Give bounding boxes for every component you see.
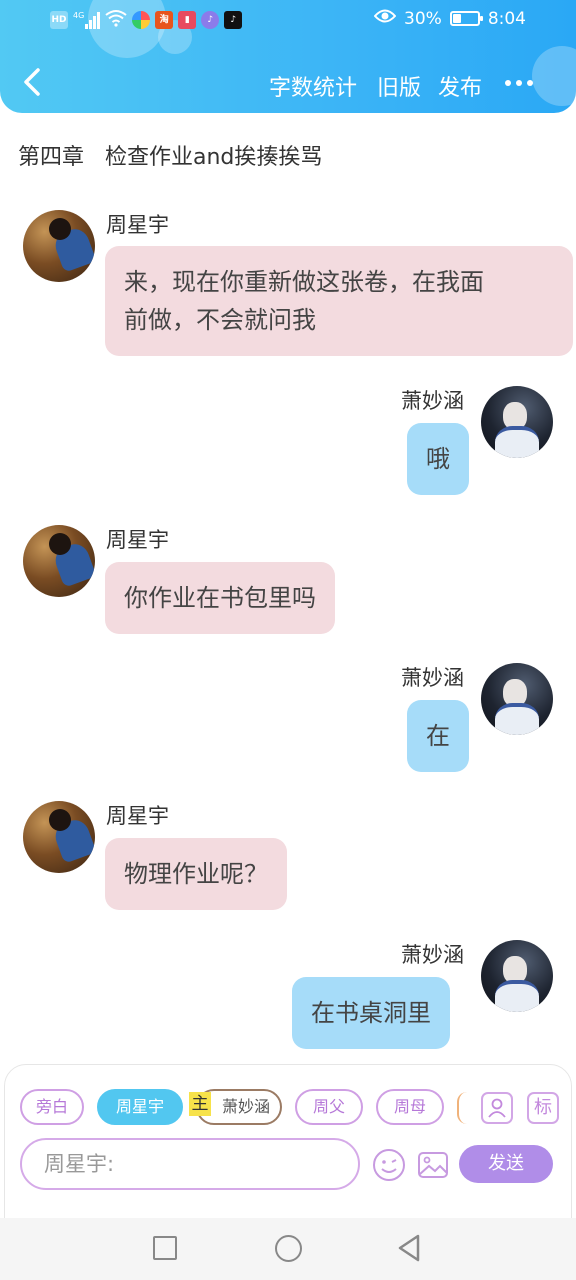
message-text-line: 在书桌洞里 xyxy=(311,999,431,1027)
sender-name: 萧妙涵 xyxy=(401,943,464,967)
battery-icon xyxy=(449,11,483,26)
old-version-button[interactable]: 旧版 xyxy=(377,70,421,102)
system-back-icon[interactable] xyxy=(396,1233,424,1263)
avatar[interactable] xyxy=(481,663,553,735)
message-bubble[interactable]: 哦 xyxy=(407,423,469,495)
sender-name: 周星宇 xyxy=(106,213,169,237)
message-text-line: 物理作业呢？ xyxy=(124,860,268,888)
avatar[interactable] xyxy=(23,210,95,282)
role-chip-zhou-mother[interactable]: 周母 xyxy=(376,1089,444,1125)
clock: 8:04 xyxy=(487,8,526,29)
battery-level xyxy=(452,14,461,23)
message-bubble[interactable]: 物理作业呢？ xyxy=(105,838,287,910)
message-text-line: 前做，不会就问我 xyxy=(124,306,316,334)
book-app-icon: ▮ xyxy=(178,11,197,29)
message-text-line: 哦 xyxy=(426,445,450,473)
hd-icon: HD xyxy=(50,11,68,29)
music-app-icon: ♪ xyxy=(201,11,220,29)
home-icon[interactable] xyxy=(275,1235,302,1262)
eye-comfort-icon xyxy=(373,8,397,29)
message-bubble[interactable]: 在书桌洞里 xyxy=(292,977,450,1049)
sender-name: 萧妙涵 xyxy=(401,666,464,690)
top-app-bar: HD 4G 淘 ▮ ♪ ♪ 30% 8:04 字数统计 旧版 发布 xyxy=(0,0,576,113)
avatar[interactable] xyxy=(481,386,553,458)
avatar[interactable] xyxy=(23,525,95,597)
taobao-app-icon: 淘 xyxy=(155,11,174,29)
message-text-line: 在 xyxy=(426,722,450,750)
sender-name: 周星宇 xyxy=(106,528,169,552)
battery-percent: 30% xyxy=(404,8,442,29)
sender-name: 周星宇 xyxy=(106,804,169,828)
system-navigation-bar xyxy=(0,1218,576,1280)
role-chip-overflow[interactable] xyxy=(457,1092,467,1124)
message-bubble[interactable]: 来，现在你重新做这张卷，在我面 前做，不会就问我 xyxy=(105,246,573,356)
emoji-icon[interactable] xyxy=(372,1148,406,1182)
sender-name: 萧妙涵 xyxy=(401,389,464,413)
message-bubble[interactable]: 在 xyxy=(407,700,469,772)
tag-icon[interactable]: 标 xyxy=(527,1092,559,1124)
main-role-badge: 主 xyxy=(189,1092,211,1116)
message-text-line: 你作业在书包里吗 xyxy=(124,584,316,612)
role-chip-zhou-xingyu[interactable]: 周星宇 xyxy=(97,1089,183,1125)
app-icon-colorwheel xyxy=(132,11,151,29)
tiktok-app-icon: ♪ xyxy=(224,11,243,29)
message-bubble[interactable]: 你作业在书包里吗 xyxy=(105,562,335,634)
role-chip-narration[interactable]: 旁白 xyxy=(20,1089,84,1125)
character-manage-icon[interactable] xyxy=(481,1092,513,1124)
publish-button[interactable]: 发布 xyxy=(438,70,482,102)
send-button[interactable]: 发送 xyxy=(459,1145,553,1183)
wifi-icon xyxy=(105,9,127,31)
word-count-button[interactable]: 字数统计 xyxy=(269,70,357,102)
image-icon[interactable] xyxy=(416,1148,450,1182)
recent-apps-icon[interactable] xyxy=(153,1236,177,1260)
network-type-label: 4G xyxy=(73,11,85,20)
signal-icon: 4G xyxy=(73,11,101,29)
status-icons-left: HD 4G 淘 ▮ ♪ ♪ xyxy=(50,9,243,31)
chapter-title: 第四章 检查作业and挨揍挨骂 xyxy=(18,145,323,170)
status-icons-right: 30% 8:04 xyxy=(373,8,526,29)
more-options-button[interactable] xyxy=(505,71,539,95)
role-chip-zhou-father[interactable]: 周父 xyxy=(295,1089,363,1125)
avatar[interactable] xyxy=(481,940,553,1012)
avatar[interactable] xyxy=(23,801,95,873)
message-text-line: 来，现在你重新做这张卷，在我面 xyxy=(124,268,484,296)
message-input[interactable]: 周星宇: xyxy=(20,1138,360,1190)
status-bar: HD 4G 淘 ▮ ♪ ♪ 30% 8:04 xyxy=(0,0,576,40)
back-button[interactable] xyxy=(18,64,48,100)
